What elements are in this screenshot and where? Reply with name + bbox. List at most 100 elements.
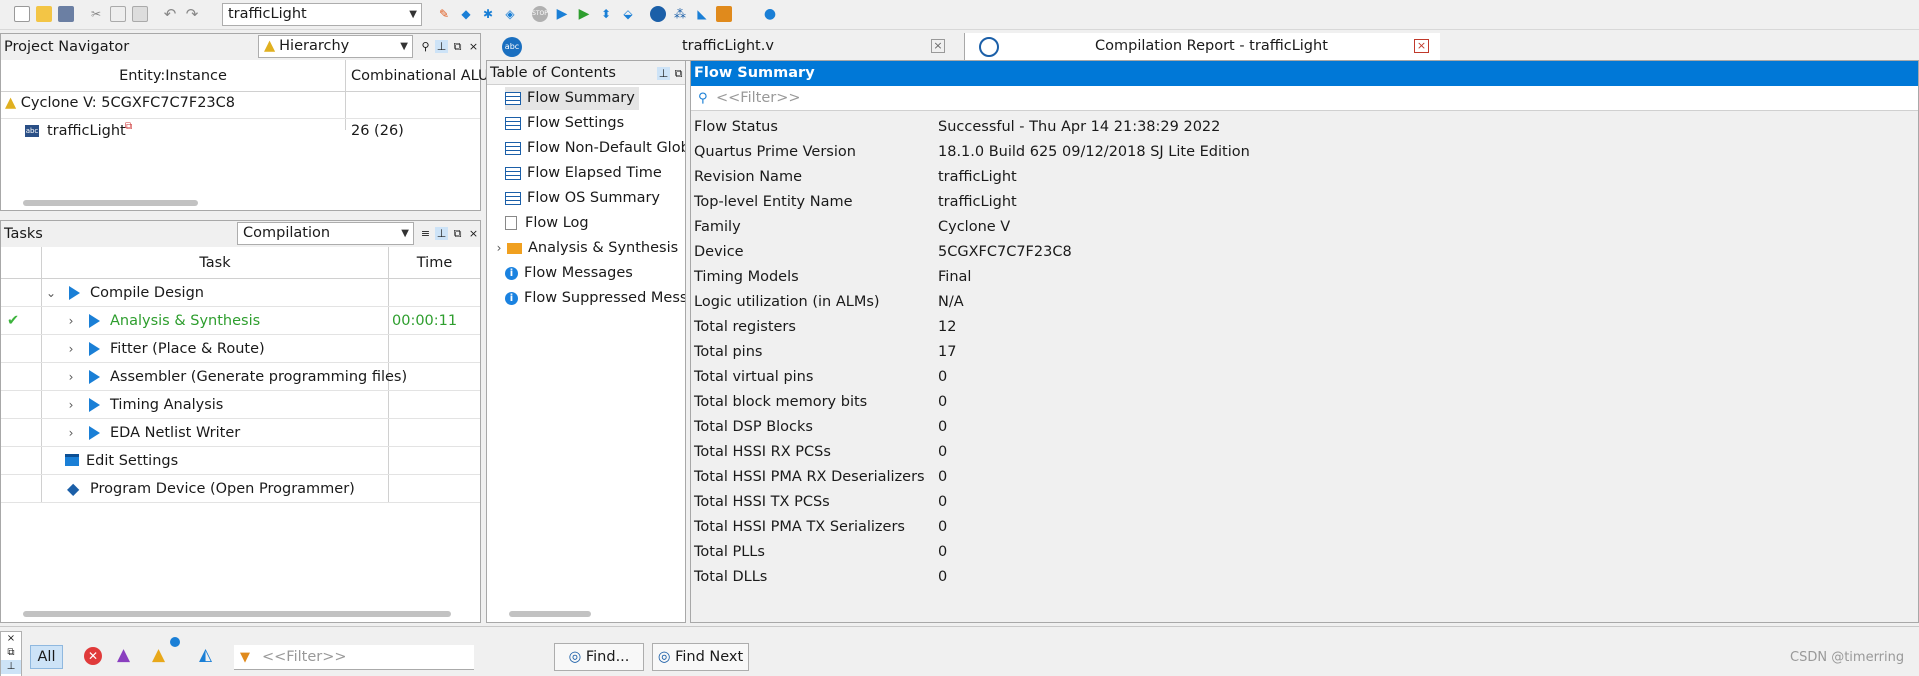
- pin-planner-icon[interactable]: ✎: [436, 6, 452, 22]
- toc-item-flow-messages[interactable]: i Flow Messages: [505, 262, 633, 285]
- run-icon[interactable]: [89, 342, 100, 356]
- task-label: Program Device (Open Programmer): [90, 481, 355, 497]
- close-icon[interactable]: ×: [931, 39, 945, 53]
- start-analysis-icon[interactable]: ▶: [576, 6, 592, 22]
- chevron-right-icon[interactable]: ›: [65, 335, 77, 363]
- pin-icon[interactable]: ⊥: [435, 40, 448, 53]
- float-icon[interactable]: ⧉: [1, 646, 21, 660]
- toc-item-flow-suppressed[interactable]: i Flow Suppressed Mess: [505, 287, 685, 310]
- messages-filter-input[interactable]: ▼ <<Filter>>: [234, 645, 474, 670]
- settings-window-icon[interactable]: [65, 454, 79, 466]
- float-icon[interactable]: ⧉: [451, 227, 464, 240]
- search-icon[interactable]: ⚲: [419, 40, 432, 53]
- close-icon[interactable]: ×: [1414, 39, 1429, 53]
- rtl-viewer-icon[interactable]: ⬍: [598, 6, 614, 22]
- analysis-icon[interactable]: ◈: [502, 6, 518, 22]
- stop-icon[interactable]: STOP: [532, 6, 548, 22]
- toc-item-flow-log[interactable]: Flow Log: [505, 212, 589, 235]
- toc-item-flow-summary[interactable]: Flow Summary: [505, 87, 639, 110]
- warning-filter-icon[interactable]: ▲: [152, 645, 165, 665]
- pin-icon[interactable]: ⊥: [435, 227, 448, 240]
- column-task[interactable]: Task: [41, 247, 389, 279]
- toc-item-flow-non-default[interactable]: Flow Non-Default Glob: [505, 137, 685, 160]
- report-filter[interactable]: ⚲ <<Filter>>: [691, 86, 1918, 111]
- table-icon: [505, 141, 521, 155]
- task-row[interactable]: Edit Settings: [1, 447, 480, 475]
- assignment-editor-icon[interactable]: ◆: [458, 6, 474, 22]
- toc-item-flow-settings[interactable]: Flow Settings: [505, 112, 624, 135]
- run-icon[interactable]: [89, 398, 100, 412]
- redo-icon[interactable]: ↷: [184, 6, 200, 22]
- task-label: EDA Netlist Writer: [110, 425, 241, 441]
- copy-icon[interactable]: [110, 6, 126, 22]
- close-icon[interactable]: ×: [467, 40, 480, 53]
- chip-planner-icon[interactable]: [650, 6, 666, 22]
- undo-icon[interactable]: ↶: [162, 6, 178, 22]
- cut-icon[interactable]: ✂: [88, 6, 104, 22]
- run-icon[interactable]: [89, 314, 100, 328]
- chevron-right-icon[interactable]: ›: [493, 237, 505, 260]
- chevron-right-icon[interactable]: ›: [65, 419, 77, 447]
- netlist-viewer-icon[interactable]: ⁂: [672, 6, 688, 22]
- chevron-right-icon[interactable]: ›: [65, 307, 77, 335]
- pin-icon[interactable]: ⊥: [1, 660, 21, 674]
- chevron-down-icon[interactable]: ⌄: [45, 279, 57, 307]
- flow-combo[interactable]: Compilation ▼: [237, 222, 414, 245]
- help-chat-icon[interactable]: ●: [762, 6, 778, 22]
- close-icon[interactable]: ×: [1, 632, 21, 646]
- task-row[interactable]: › Fitter (Place & Route): [1, 335, 480, 363]
- toc-item-flow-elapsed-time[interactable]: Flow Elapsed Time: [505, 162, 662, 185]
- toc-item-analysis-synthesis[interactable]: › Analysis & Synthesis: [493, 237, 679, 260]
- task-row[interactable]: ◆ Program Device (Open Programmer): [1, 475, 480, 503]
- start-compilation-icon[interactable]: ▶: [554, 6, 570, 22]
- project-navigator-title: Project Navigator: [4, 39, 130, 55]
- chevron-right-icon[interactable]: ›: [65, 363, 77, 391]
- entity-row[interactable]: abc trafficLight ⧉ 26 (26): [1, 118, 480, 143]
- task-row[interactable]: › EDA Netlist Writer: [1, 419, 480, 447]
- float-icon[interactable]: ⧉: [672, 67, 685, 80]
- column-entity[interactable]: Entity:Instance: [1, 60, 345, 92]
- chevron-right-icon[interactable]: ›: [65, 391, 77, 419]
- ip-catalog-icon[interactable]: [716, 6, 732, 22]
- menu-icon[interactable]: ≡: [419, 227, 432, 240]
- tab-trafficlight-v[interactable]: abc trafficLight.v ×: [486, 33, 964, 61]
- tab-compilation-report[interactable]: Compilation Report - trafficLight ×: [964, 33, 1918, 61]
- tab-label: trafficLight.v: [682, 38, 774, 54]
- programmer-icon[interactable]: ⬙: [620, 6, 636, 22]
- signal-tap-icon[interactable]: ◣: [694, 6, 710, 22]
- toc-item-flow-os-summary[interactable]: Flow OS Summary: [505, 187, 660, 210]
- error-filter-icon[interactable]: ✕: [84, 647, 102, 665]
- suppress-filter-icon[interactable]: ◭: [199, 645, 212, 665]
- project-combo[interactable]: trafficLight ▼: [222, 3, 422, 26]
- save-icon[interactable]: [58, 6, 74, 22]
- find-button[interactable]: ◎ Find...: [554, 643, 644, 671]
- summary-value: 0: [938, 369, 948, 385]
- column-alut[interactable]: Combinational ALU: [351, 60, 491, 92]
- task-row[interactable]: › Assembler (Generate programming files): [1, 363, 480, 391]
- open-file-icon[interactable]: [36, 6, 52, 22]
- new-file-icon[interactable]: [14, 6, 30, 22]
- navigator-view-combo[interactable]: ▲ Hierarchy ▼: [258, 35, 413, 58]
- run-icon[interactable]: [89, 426, 100, 440]
- find-next-button[interactable]: ◎ Find Next: [652, 643, 749, 671]
- task-row[interactable]: ✔ › Analysis & Synthesis 00:00:11: [1, 307, 480, 335]
- float-icon[interactable]: ⧉: [451, 40, 464, 53]
- critical-warning-filter-icon[interactable]: ▲: [117, 645, 130, 665]
- navigator-hscrollbar[interactable]: [23, 200, 198, 206]
- tasks-hscrollbar[interactable]: [23, 611, 451, 617]
- task-row[interactable]: › Timing Analysis: [1, 391, 480, 419]
- filter-all-button[interactable]: All: [30, 645, 63, 669]
- summary-key: Total DLLs: [694, 569, 768, 585]
- summary-value: Cyclone V: [938, 219, 1011, 235]
- programmer-icon[interactable]: ◆: [67, 475, 79, 503]
- close-icon[interactable]: ×: [467, 227, 480, 240]
- toc-hscrollbar[interactable]: [509, 611, 591, 617]
- paste-icon[interactable]: [132, 6, 148, 22]
- pin-icon[interactable]: ⊥: [657, 67, 670, 80]
- task-row[interactable]: ⌄ Compile Design: [1, 279, 480, 307]
- run-icon[interactable]: [69, 286, 80, 300]
- device-row[interactable]: ▲ Cyclone V: 5CGXFC7C7F23C8: [5, 95, 235, 111]
- settings-icon[interactable]: ✱: [480, 6, 496, 22]
- run-icon[interactable]: [89, 370, 100, 384]
- column-time[interactable]: Time: [389, 247, 480, 279]
